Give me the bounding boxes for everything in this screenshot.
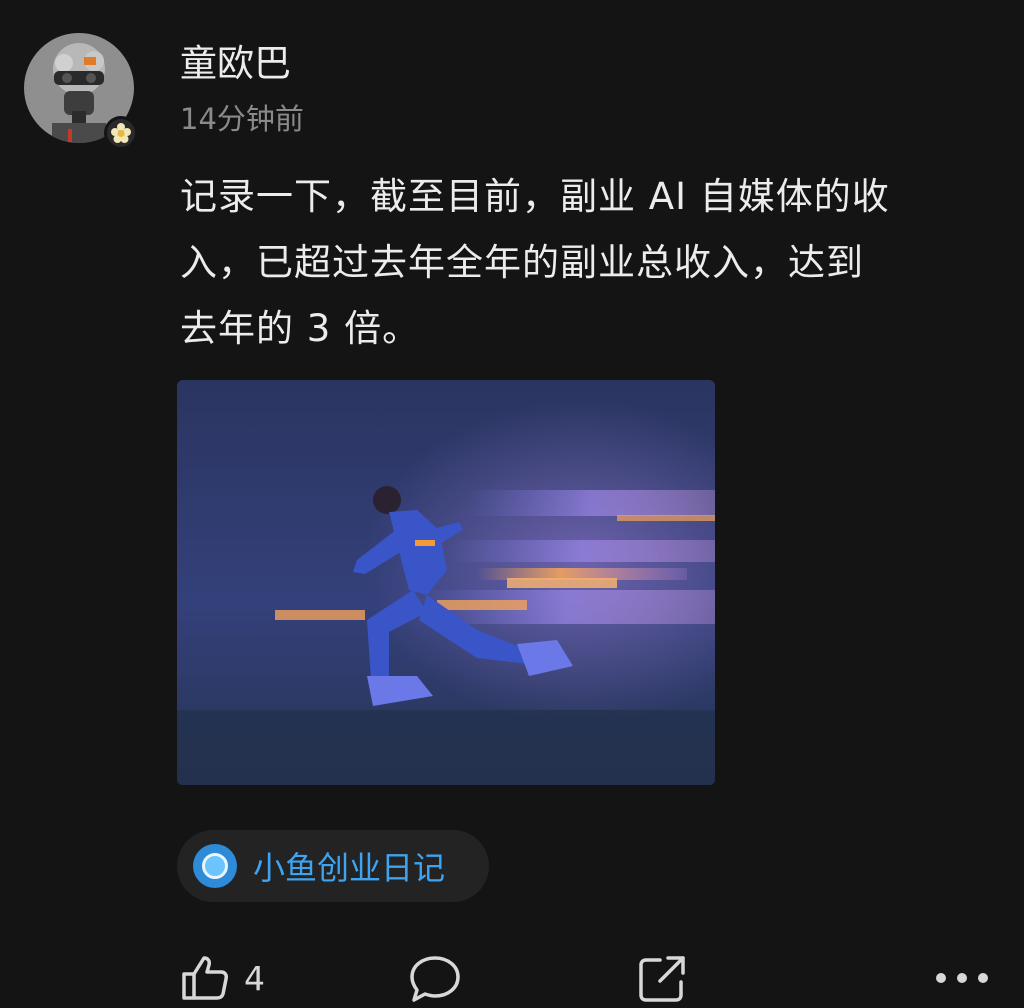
comment-bubble-icon <box>410 956 460 1002</box>
like-button[interactable]: 4 <box>178 948 265 1008</box>
share-button[interactable] <box>636 948 688 1008</box>
action-bar: 4 <box>0 948 1024 1008</box>
post-text-line: 去年的 3 倍。 <box>180 307 421 350</box>
share-icon <box>639 956 685 1002</box>
post-timestamp: 14分钟前 <box>180 102 304 136</box>
running-athlete-image <box>177 380 715 785</box>
like-count: 4 <box>244 958 265 998</box>
topic-tag[interactable]: 小鱼创业日记 <box>177 830 489 902</box>
more-button[interactable] <box>932 948 992 1008</box>
author-name[interactable]: 童欧巴 <box>180 40 291 88</box>
thumbs-up-icon <box>182 956 228 1000</box>
post-text-line: 入，已超过去年全年的副业总收入，达到 <box>180 241 864 284</box>
comment-button[interactable] <box>408 948 462 1008</box>
topic-label: 小鱼创业日记 <box>253 849 446 887</box>
flower-badge-icon <box>104 116 138 150</box>
more-dots-icon <box>936 973 988 983</box>
post-card: 童欧巴 14分钟前 记录一下，截至目前，副业 AI 自媒体的收 入，已超过去年全… <box>0 0 1024 1008</box>
post-image[interactable] <box>177 380 715 785</box>
post-text-line: 记录一下，截至目前，副业 AI 自媒体的收 <box>180 175 890 218</box>
post-text: 记录一下，截至目前，副业 AI 自媒体的收 入，已超过去年全年的副业总收入，达到… <box>180 164 990 362</box>
topic-circle-icon <box>193 844 237 888</box>
